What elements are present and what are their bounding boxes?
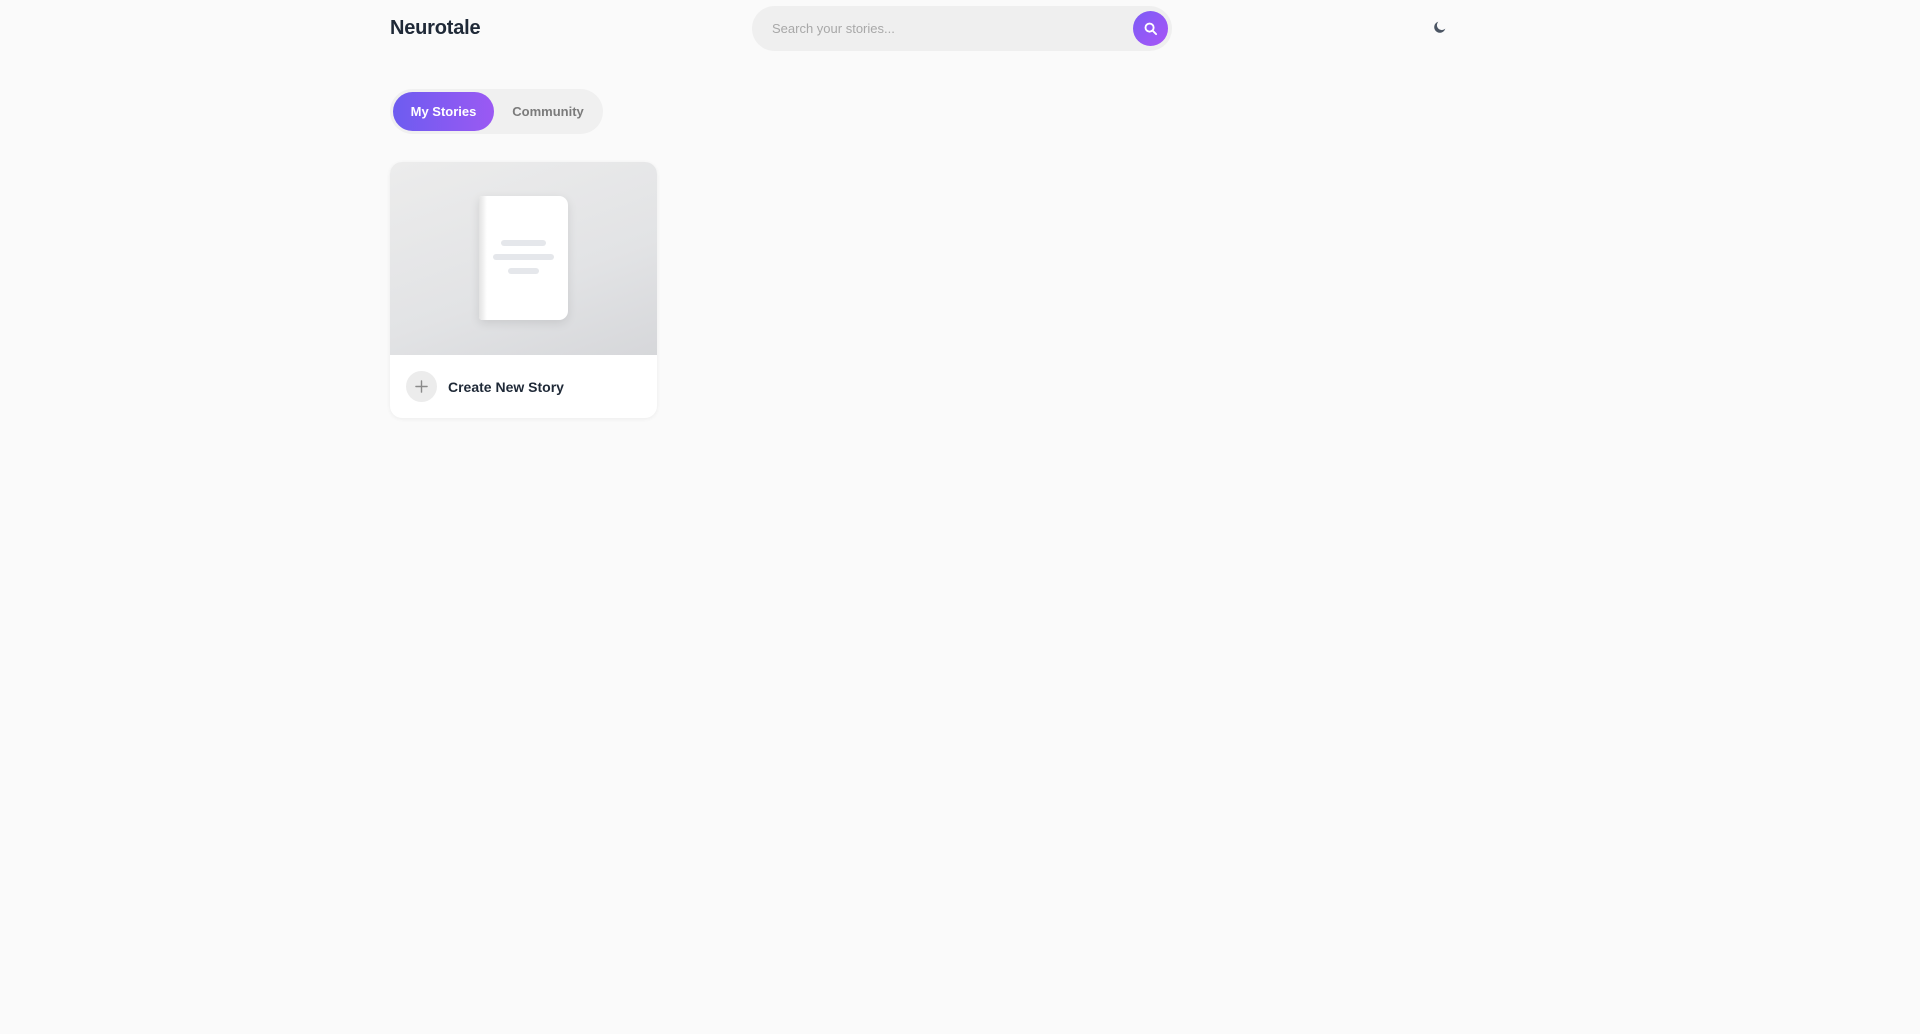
card-footer: Create New Story <box>390 355 657 418</box>
tab-community[interactable]: Community <box>496 92 600 131</box>
book-icon <box>479 196 568 320</box>
header: Neurotale <box>0 0 1920 57</box>
create-story-label: Create New Story <box>448 378 564 395</box>
card-cover <box>390 162 657 355</box>
app-logo[interactable]: Neurotale <box>390 17 481 40</box>
search-icon <box>1144 22 1158 36</box>
story-tabs: My Stories Community <box>390 89 603 134</box>
plus-icon <box>406 371 437 402</box>
search-bar <box>752 6 1172 51</box>
search-input[interactable] <box>772 6 1102 51</box>
moon-icon <box>1434 21 1446 33</box>
theme-toggle-button[interactable] <box>1432 17 1448 37</box>
search-button[interactable] <box>1133 11 1168 46</box>
create-story-card[interactable]: Create New Story <box>390 162 657 418</box>
tab-my-stories[interactable]: My Stories <box>393 92 494 131</box>
